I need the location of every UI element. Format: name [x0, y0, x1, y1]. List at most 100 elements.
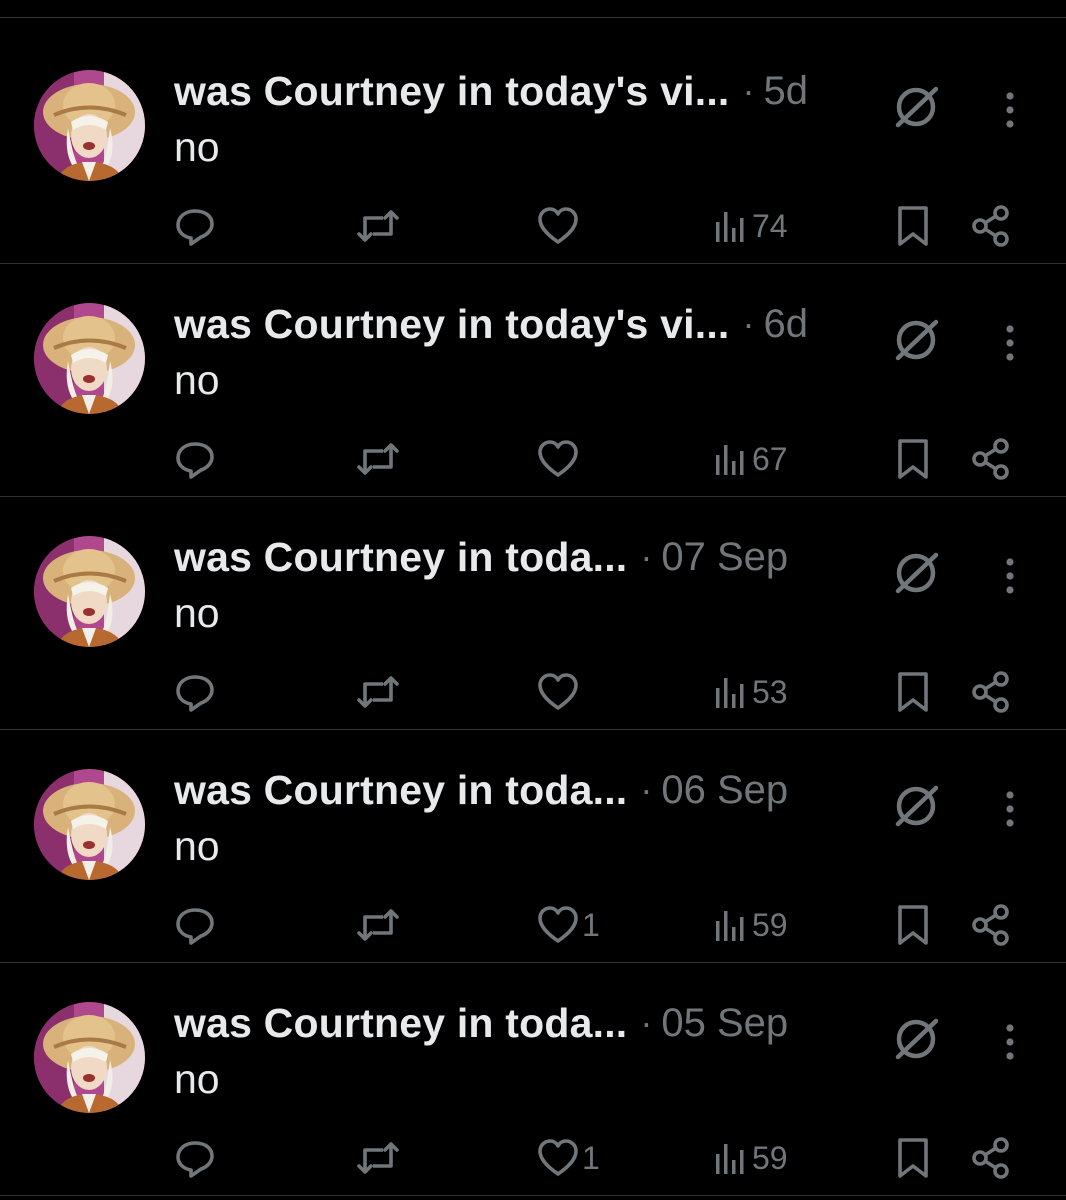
- reply-button[interactable]: [175, 203, 215, 249]
- grok-icon[interactable]: [892, 85, 942, 129]
- avatar[interactable]: [34, 769, 145, 880]
- bookmark-button[interactable]: [893, 1135, 933, 1181]
- view-count: 74: [752, 207, 788, 244]
- author-name[interactable]: was Courtney in today's vi...: [174, 301, 730, 348]
- repost-icon: [357, 443, 399, 475]
- like-button[interactable]: [537, 203, 582, 249]
- avatar[interactable]: [34, 70, 145, 181]
- more-vertical-icon[interactable]: [995, 323, 1025, 363]
- post-header: was Courtney in toda... · 05 Sep: [174, 998, 788, 1048]
- post[interactable]: was Courtney in today's vi... · 6d no 67: [0, 263, 1066, 497]
- bookmark-icon: [898, 439, 928, 479]
- view-count: 59: [752, 906, 788, 943]
- grok-icon[interactable]: [892, 784, 942, 828]
- bookmark-button[interactable]: [893, 902, 933, 948]
- views-button[interactable]: 53: [713, 669, 788, 715]
- timestamp[interactable]: 07 Sep: [661, 535, 788, 580]
- reply-icon: [176, 1141, 214, 1178]
- repost-icon: [357, 1142, 399, 1174]
- repost-button[interactable]: [355, 203, 401, 249]
- bookmark-button[interactable]: [893, 436, 933, 482]
- heart-icon: [538, 906, 578, 943]
- reply-icon: [176, 675, 214, 712]
- reply-icon: [176, 209, 214, 246]
- post-text: no: [174, 590, 220, 636]
- share-icon: [972, 1137, 1009, 1179]
- post[interactable]: was Courtney in toda... · 07 Sep no 53: [0, 496, 1066, 730]
- repost-button[interactable]: [355, 436, 401, 482]
- reply-button[interactable]: [175, 436, 215, 482]
- timestamp[interactable]: 5d: [764, 69, 809, 114]
- bookmark-button[interactable]: [893, 203, 933, 249]
- separator-dot: ·: [742, 303, 755, 344]
- separator-dot: ·: [640, 536, 653, 577]
- like-button[interactable]: 1: [537, 1135, 600, 1181]
- separator-dot: ·: [742, 70, 755, 111]
- share-icon: [972, 438, 1009, 480]
- share-button[interactable]: [970, 436, 1012, 482]
- like-button[interactable]: [537, 436, 582, 482]
- bookmark-icon: [898, 672, 928, 712]
- like-button[interactable]: 1: [537, 902, 600, 948]
- timestamp[interactable]: 06 Sep: [661, 768, 788, 813]
- share-button[interactable]: [970, 1135, 1012, 1181]
- reply-button[interactable]: [175, 1135, 215, 1181]
- reply-button[interactable]: [175, 902, 215, 948]
- post[interactable]: was Courtney in toda... · 05 Sep no 1 59: [0, 962, 1066, 1196]
- share-icon: [972, 671, 1009, 713]
- repost-icon: [357, 210, 399, 242]
- reply-icon: [176, 908, 214, 945]
- like-count: 1: [582, 906, 600, 943]
- repost-button[interactable]: [355, 669, 401, 715]
- view-count: 59: [752, 1139, 788, 1176]
- heart-icon: [538, 673, 578, 710]
- post-header: was Courtney in toda... · 07 Sep: [174, 532, 788, 582]
- like-count: 1: [582, 1139, 600, 1176]
- heart-icon: [538, 207, 578, 244]
- author-name[interactable]: was Courtney in toda...: [174, 534, 627, 581]
- timestamp[interactable]: 05 Sep: [661, 1001, 788, 1046]
- post-text: no: [174, 357, 220, 403]
- views-button[interactable]: 67: [713, 436, 788, 482]
- views-chart-icon: [716, 212, 744, 242]
- heart-icon: [538, 1139, 578, 1176]
- author-name[interactable]: was Courtney in toda...: [174, 1000, 627, 1047]
- more-vertical-icon[interactable]: [995, 1022, 1025, 1062]
- author-name[interactable]: was Courtney in today's vi...: [174, 68, 730, 115]
- repost-icon: [357, 676, 399, 708]
- views-button[interactable]: 59: [713, 902, 788, 948]
- post[interactable]: was Courtney in today's vi... · 5d no 74: [0, 30, 1066, 264]
- views-button[interactable]: 59: [713, 1135, 788, 1181]
- avatar[interactable]: [34, 303, 145, 414]
- post[interactable]: was Courtney in toda... · 06 Sep no 1 59: [0, 729, 1066, 963]
- like-button[interactable]: [537, 669, 582, 715]
- post-header: was Courtney in today's vi... · 5d: [174, 66, 808, 116]
- post-header: was Courtney in toda... · 06 Sep: [174, 765, 788, 815]
- views-chart-icon: [716, 911, 744, 941]
- repost-button[interactable]: [355, 902, 401, 948]
- timestamp[interactable]: 6d: [764, 302, 809, 347]
- post-text: no: [174, 1056, 220, 1102]
- bookmark-button[interactable]: [893, 669, 933, 715]
- grok-icon[interactable]: [892, 1017, 942, 1061]
- author-name[interactable]: was Courtney in toda...: [174, 767, 627, 814]
- avatar[interactable]: [34, 536, 145, 647]
- reply-button[interactable]: [175, 669, 215, 715]
- grok-icon[interactable]: [892, 318, 942, 362]
- share-button[interactable]: [970, 902, 1012, 948]
- more-vertical-icon[interactable]: [995, 556, 1025, 596]
- separator-dot: ·: [640, 1002, 653, 1043]
- repost-button[interactable]: [355, 1135, 401, 1181]
- more-vertical-icon[interactable]: [995, 789, 1025, 829]
- post-text: no: [174, 823, 220, 869]
- views-button[interactable]: 74: [713, 203, 788, 249]
- avatar[interactable]: [34, 1002, 145, 1113]
- more-vertical-icon[interactable]: [995, 90, 1025, 130]
- share-button[interactable]: [970, 203, 1012, 249]
- grok-icon[interactable]: [892, 551, 942, 595]
- share-button[interactable]: [970, 669, 1012, 715]
- view-count: 53: [752, 673, 788, 710]
- post-header: was Courtney in today's vi... · 6d: [174, 299, 808, 349]
- post-text: no: [174, 124, 220, 170]
- repost-icon: [357, 909, 399, 941]
